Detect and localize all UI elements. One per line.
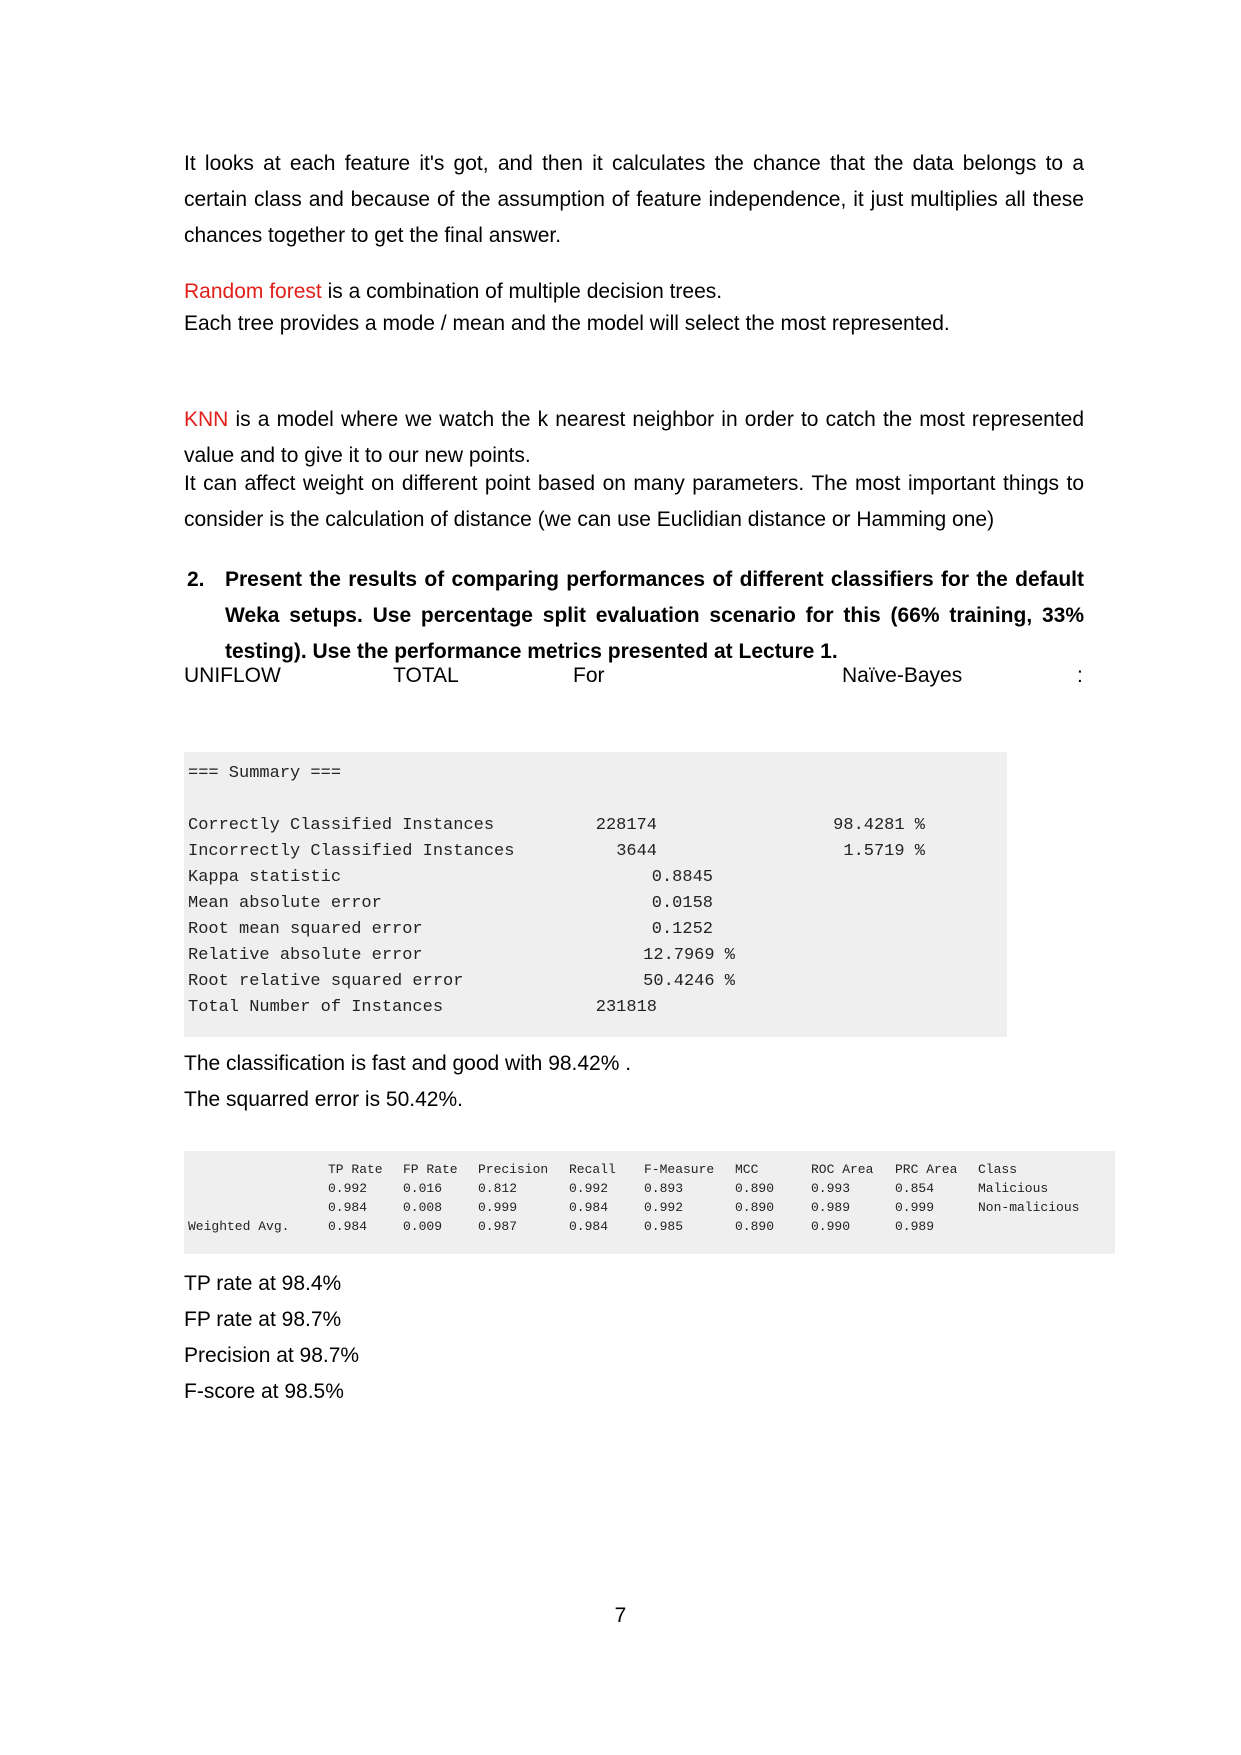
summary-row-percent: 98.4281 % [833, 816, 925, 835]
acc-cell: 0.992 [569, 1181, 609, 1196]
summary-row-label: Correctly Classified Instances [188, 816, 495, 835]
col-header: Class [978, 1162, 1018, 1177]
metric-tp-rate: TP rate at 98.4% [184, 1272, 342, 1295]
random-forest-definition: is a combination of multiple decision tr… [321, 280, 723, 303]
random-forest-detail: Each tree provides a mode / mean and the… [184, 312, 950, 335]
weighted-avg-label: Weighted Avg. [188, 1219, 290, 1234]
col-header: Precision [478, 1162, 549, 1177]
weka-accuracy-output: TP Rate FP Rate Precision Recall F-Measu… [184, 1151, 1115, 1254]
knn-paragraph: KNN is a model where we watch the k near… [184, 402, 1084, 474]
random-forest-term: Random forest [184, 280, 322, 303]
question-text: Present the results of comparing perform… [225, 568, 1084, 663]
acc-cell: 0.993 [811, 1181, 851, 1196]
acc-cell: 0.987 [478, 1219, 518, 1234]
col-header: MCC [735, 1162, 759, 1177]
summary-row-label: Incorrectly Classified Instances [188, 842, 515, 861]
naive-bayes-explanation: It looks at each feature it's got, and t… [184, 152, 1084, 247]
acc-cell: 0.984 [569, 1219, 609, 1234]
acc-cell: 0.984 [328, 1219, 368, 1234]
acc-cell: 0.890 [735, 1181, 775, 1196]
weka-summary-output: === Summary === Correctly Classified Ins… [184, 752, 1007, 1037]
knn-definition: is a model where we watch the k nearest … [184, 408, 1084, 467]
summary-row-value: 12.7969 % [643, 946, 735, 965]
acc-cell: 0.989 [811, 1200, 851, 1215]
total-label: TOTAL [393, 664, 459, 687]
summary-row-value: 228174 [595, 816, 657, 835]
col-header: ROC Area [811, 1162, 874, 1177]
acc-cell: 0.999 [895, 1200, 935, 1215]
col-header: PRC Area [895, 1162, 958, 1177]
acc-cell: 0.989 [895, 1219, 935, 1234]
metric-fp-rate: FP rate at 98.7% [184, 1308, 342, 1331]
summary-row-value: 3644 [616, 842, 657, 861]
acc-cell: Malicious [978, 1181, 1049, 1196]
summary-row-label: Mean absolute error [188, 894, 382, 913]
acc-cell: 0.016 [403, 1181, 443, 1196]
error-note: The squarred error is 50.42%. [184, 1088, 463, 1111]
col-header: TP Rate [328, 1162, 383, 1177]
summary-row-label: Relative absolute error [188, 946, 423, 965]
metric-precision: Precision at 98.7% [184, 1344, 360, 1367]
col-header: F-Measure [644, 1162, 715, 1177]
acc-cell: 0.985 [644, 1219, 684, 1234]
uniflow-label: UNIFLOW [184, 664, 281, 687]
acc-cell: 0.984 [328, 1200, 368, 1215]
colon-label: : [1077, 664, 1083, 687]
summary-row-label: Root mean squared error [188, 920, 423, 939]
summary-row-value: 0.0158 [651, 894, 713, 913]
acc-cell: 0.999 [478, 1200, 518, 1215]
summary-row-value: 231818 [595, 998, 657, 1017]
for-label: For [573, 664, 605, 687]
acc-cell: 0.984 [569, 1200, 609, 1215]
summary-row-label: Kappa statistic [188, 868, 342, 887]
summary-row-value: 50.4246 % [643, 972, 735, 991]
metric-f-score: F-score at 98.5% [184, 1380, 344, 1403]
acc-cell: 0.009 [403, 1219, 443, 1234]
classifier-label: Naïve-Bayes [842, 664, 963, 687]
knn-detail: It can affect weight on different point … [184, 472, 1084, 531]
question-number: 2. [187, 568, 205, 591]
acc-cell: 0.812 [478, 1181, 518, 1196]
acc-cell: 0.890 [735, 1200, 775, 1215]
acc-cell: 0.854 [895, 1181, 935, 1196]
random-forest-paragraph: Random forest is a combination of multip… [184, 274, 1084, 310]
classification-note: The classification is fast and good with… [184, 1052, 632, 1075]
uniflow-heading: UNIFLOW TOTAL For Naïve-Bayes : [184, 658, 1084, 694]
acc-cell: 0.008 [403, 1200, 443, 1215]
acc-cell: 0.890 [735, 1219, 775, 1234]
summary-row-percent: 1.5719 % [843, 842, 925, 861]
question-item: 2. Present the results of comparing perf… [184, 562, 1084, 670]
acc-cell: 0.893 [644, 1181, 684, 1196]
summary-row-label: Total Number of Instances [188, 998, 444, 1017]
summary-row-value: 0.1252 [651, 920, 713, 939]
acc-cell: Non-malicious [978, 1200, 1080, 1215]
acc-cell: 0.992 [328, 1181, 368, 1196]
summary-row-label: Root relative squared error [188, 972, 464, 991]
acc-cell: 0.992 [644, 1200, 684, 1215]
acc-cell: 0.990 [811, 1219, 851, 1234]
summary-header: === Summary === [188, 764, 342, 783]
page-number: 7 [614, 1604, 627, 1627]
knn-term: KNN [184, 408, 229, 431]
col-header: FP Rate [403, 1162, 458, 1177]
col-header: Recall [569, 1162, 616, 1177]
summary-row-value: 0.8845 [651, 868, 713, 887]
